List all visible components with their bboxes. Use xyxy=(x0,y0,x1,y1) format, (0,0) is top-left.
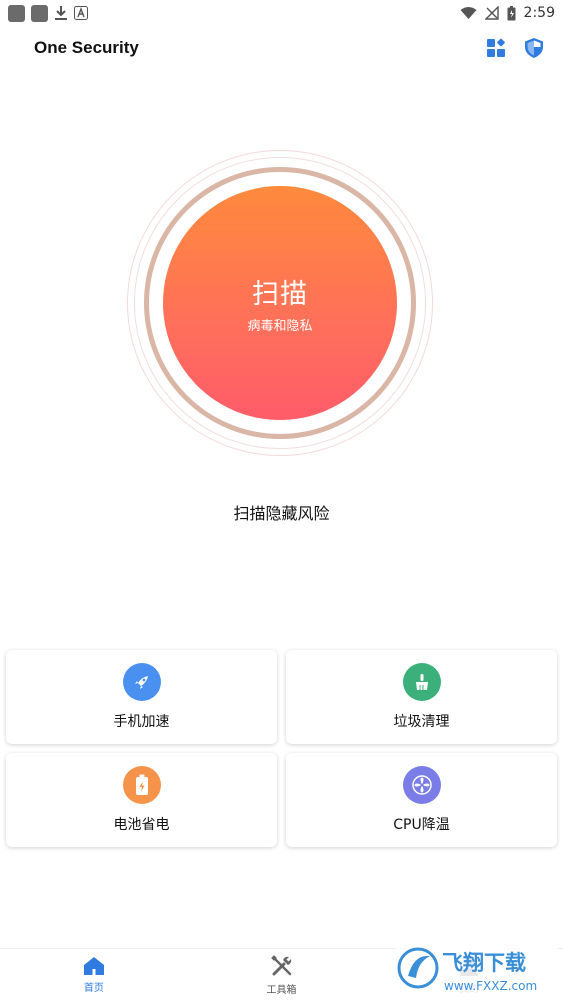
battery-icon xyxy=(122,766,161,804)
feature-card-battery[interactable]: 电池省电 xyxy=(6,753,277,847)
notification-app-icon xyxy=(31,4,48,22)
notification-app-icon xyxy=(8,4,25,22)
nav-label: 工具箱 xyxy=(266,984,297,996)
home-icon xyxy=(83,956,104,975)
app-header: One Security xyxy=(0,30,563,66)
scan-area: 扫描 病毒和隐私 xyxy=(127,150,433,456)
battery-status-icon xyxy=(507,5,516,20)
feature-label: 电池省电 xyxy=(113,817,170,833)
status-notifications xyxy=(8,4,88,22)
shield-icon xyxy=(525,38,543,58)
fan-icon xyxy=(402,766,441,804)
app-title: One Security xyxy=(34,38,139,57)
wifi-icon xyxy=(460,7,477,19)
rocket-icon xyxy=(122,663,161,701)
scan-sublabel: 病毒和隐私 xyxy=(247,319,313,334)
broom-icon xyxy=(402,663,441,701)
nav-profile[interactable]: 我的 xyxy=(375,949,563,1000)
app-screen: 2:59 One Security 扫描 病毒和隐私 扫描隐藏风险 手机加速 垃… xyxy=(0,0,563,1000)
feature-label: 垃圾清理 xyxy=(393,714,450,730)
text-a-icon xyxy=(74,6,88,20)
nav-home[interactable]: 首页 xyxy=(0,949,188,1000)
feature-card-speedup[interactable]: 手机加速 xyxy=(6,650,277,744)
header-actions xyxy=(485,37,545,59)
status-system: 2:59 xyxy=(460,5,555,21)
scan-hint: 扫描隐藏风险 xyxy=(233,504,330,523)
shield-button[interactable] xyxy=(523,37,545,59)
feature-label: 手机加速 xyxy=(113,714,170,730)
nav-label: 首页 xyxy=(83,982,104,994)
tools-icon xyxy=(270,954,291,975)
bottom-nav: 首页 工具箱 我的 xyxy=(0,948,563,1000)
apps-grid-button[interactable] xyxy=(485,37,507,59)
nav-label: 我的 xyxy=(459,983,480,995)
profile-icon xyxy=(460,957,479,976)
feature-grid: 手机加速 垃圾清理 电池省电 CPU降温 xyxy=(6,650,558,847)
nav-tools[interactable]: 工具箱 xyxy=(188,949,376,1000)
apps-grid-icon xyxy=(487,38,505,57)
feature-card-clean[interactable]: 垃圾清理 xyxy=(286,650,557,744)
scan-label: 扫描 xyxy=(252,279,308,310)
feature-label: CPU降温 xyxy=(393,817,450,833)
status-time: 2:59 xyxy=(523,5,555,21)
download-icon xyxy=(55,6,67,20)
feature-card-cpu-cool[interactable]: CPU降温 xyxy=(286,753,557,847)
scan-button[interactable]: 扫描 病毒和隐私 xyxy=(163,186,397,420)
status-bar: 2:59 xyxy=(0,0,563,26)
no-signal-icon xyxy=(484,6,499,20)
